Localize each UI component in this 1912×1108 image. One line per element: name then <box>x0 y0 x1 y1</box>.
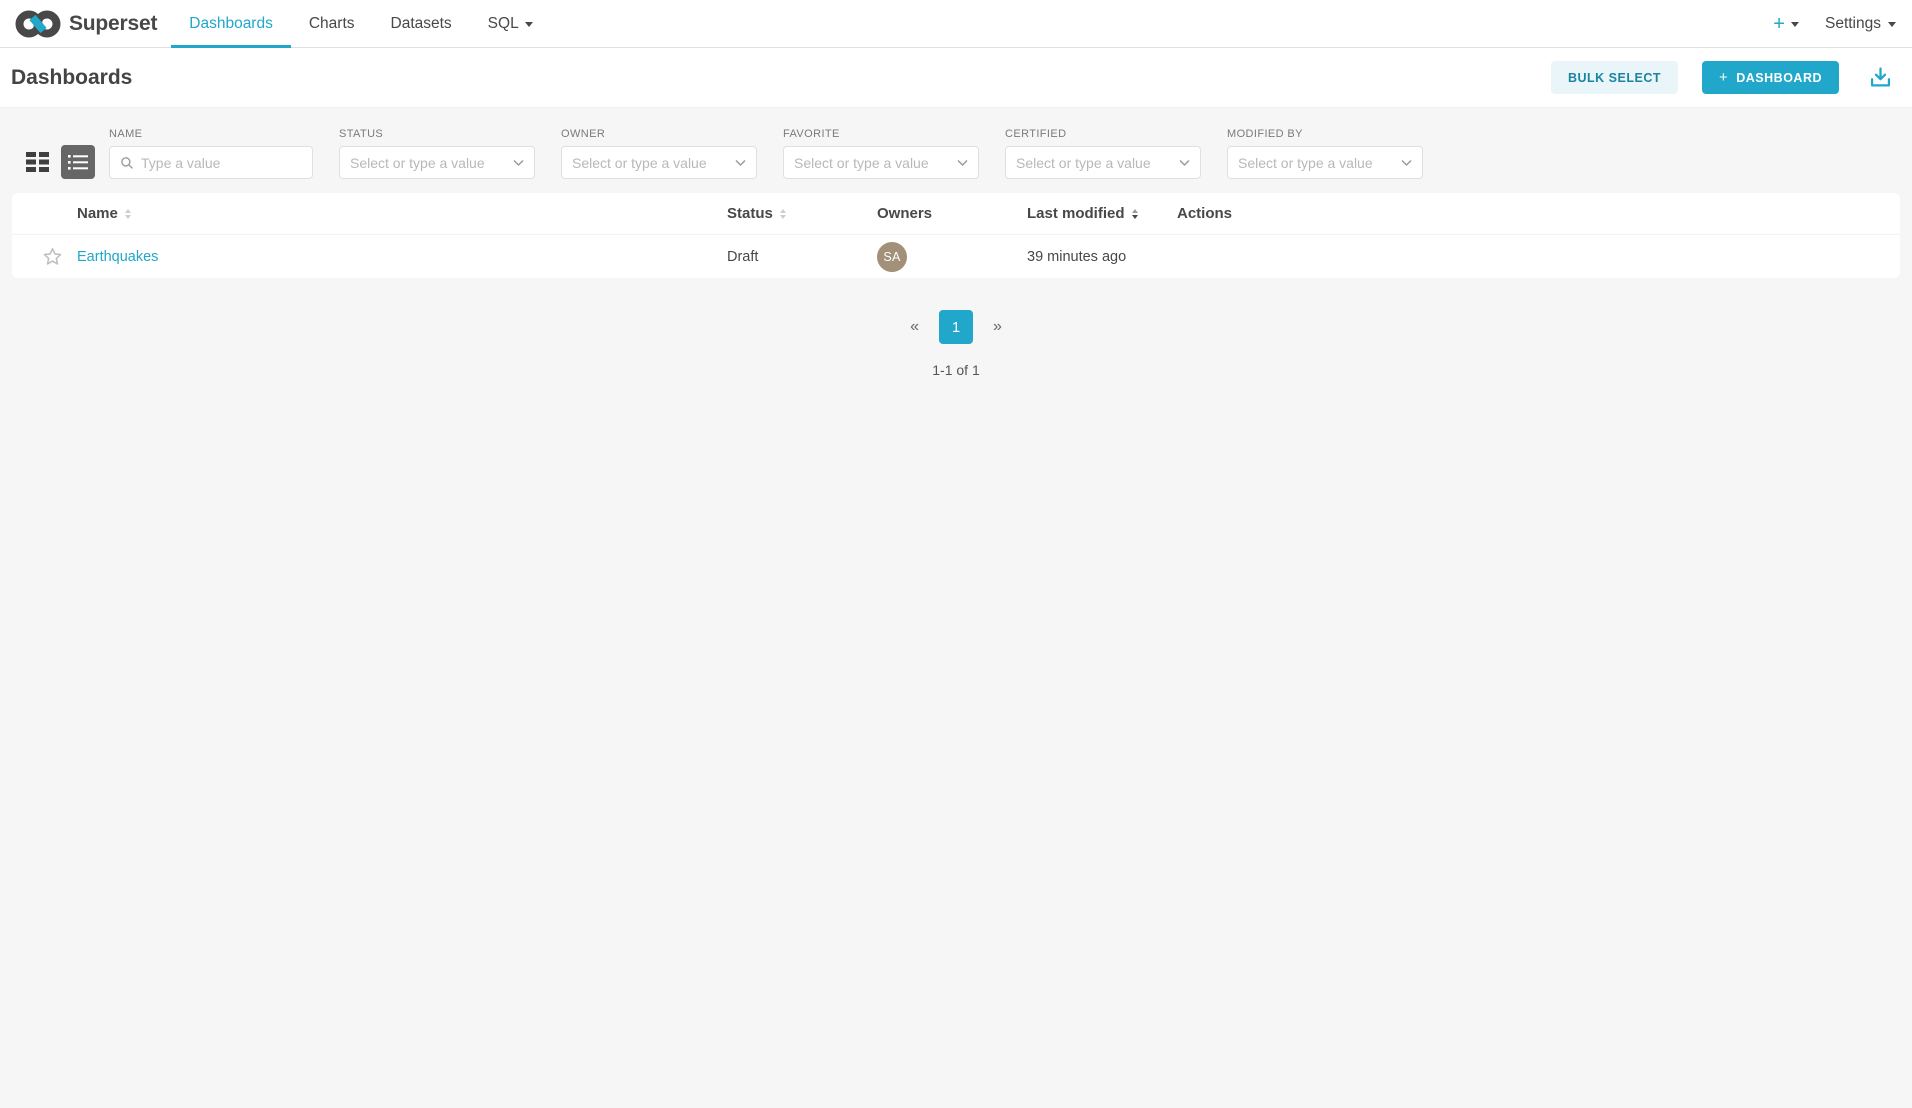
dashboards-table: Name Status Owners Last modified Actions <box>12 193 1900 278</box>
select-placeholder: Select or type a value <box>794 155 951 171</box>
page-1-button[interactable]: 1 <box>939 310 973 344</box>
list-icon <box>67 151 89 173</box>
prev-page-button[interactable]: « <box>910 318 919 336</box>
settings-menu[interactable]: Settings <box>1825 15 1896 33</box>
nav-item-datasets[interactable]: Datasets <box>373 0 470 47</box>
pagination-section: « 1 » 1-1 of 1 <box>0 310 1912 378</box>
status-cell: Draft <box>727 249 877 265</box>
dashboard-name-cell: Earthquakes <box>77 249 727 265</box>
nav-item-label: Datasets <box>391 15 452 33</box>
chevron-down-icon <box>513 159 524 167</box>
nav-item-label: Dashboards <box>189 15 273 33</box>
column-header-status[interactable]: Status <box>727 205 877 222</box>
column-header-owners: Owners <box>877 205 1027 222</box>
modified-by-filter-select[interactable]: Select or type a value <box>1227 146 1423 179</box>
table-header-row: Name Status Owners Last modified Actions <box>12 193 1900 235</box>
filter-name: NAME <box>109 128 313 179</box>
select-placeholder: Select or type a value <box>572 155 729 171</box>
list-view-toggle[interactable] <box>61 145 95 179</box>
filter-label: STATUS <box>339 128 535 140</box>
filter-label: OWNER <box>561 128 757 140</box>
settings-label: Settings <box>1825 15 1881 33</box>
owners-cell: SA <box>877 242 1027 272</box>
column-header-actions: Actions <box>1177 205 1900 222</box>
column-header-last-modified[interactable]: Last modified <box>1027 205 1177 222</box>
chevron-down-icon <box>525 22 533 27</box>
filter-status: STATUS Select or type a value <box>339 128 535 179</box>
add-dashboard-label: DASHBOARD <box>1736 71 1822 85</box>
nav-item-dashboards[interactable]: Dashboards <box>171 0 291 47</box>
header-actions: BULK SELECT + DASHBOARD <box>1551 61 1894 94</box>
top-navbar: Superset Dashboards Charts Datasets SQL … <box>0 0 1912 48</box>
nav-item-sql[interactable]: SQL <box>470 0 551 47</box>
add-dashboard-button[interactable]: + DASHBOARD <box>1702 61 1839 94</box>
select-placeholder: Select or type a value <box>1238 155 1395 171</box>
main-nav: Dashboards Charts Datasets SQL <box>171 0 550 47</box>
filter-bar: NAME STATUS Select or type a value OWNER… <box>0 108 1912 179</box>
chevron-down-icon <box>957 159 968 167</box>
search-icon <box>120 156 134 170</box>
superset-infinity-icon <box>15 9 61 39</box>
status-filter-select[interactable]: Select or type a value <box>339 146 535 179</box>
page-header: Dashboards BULK SELECT + DASHBOARD <box>0 48 1912 108</box>
certified-filter-select[interactable]: Select or type a value <box>1005 146 1201 179</box>
superset-logo[interactable]: Superset <box>15 0 157 47</box>
filter-certified: CERTIFIED Select or type a value <box>1005 128 1201 179</box>
filter-modified-by: MODIFIED BY Select or type a value <box>1227 128 1423 179</box>
download-icon <box>1867 64 1894 91</box>
import-dashboard-button[interactable] <box>1867 64 1894 91</box>
column-label: Actions <box>1177 205 1232 222</box>
table-row: Earthquakes Draft SA 39 minutes ago <box>12 235 1900 278</box>
plus-icon: + <box>1773 14 1785 34</box>
favorite-star-icon[interactable] <box>42 246 63 267</box>
nav-item-label: Charts <box>309 15 355 33</box>
name-filter-field[interactable] <box>141 155 302 171</box>
column-label: Owners <box>877 205 932 222</box>
card-view-toggle[interactable] <box>20 145 54 179</box>
sort-icon <box>125 209 131 219</box>
select-placeholder: Select or type a value <box>350 155 507 171</box>
owner-avatar[interactable]: SA <box>877 242 907 272</box>
chevron-down-icon <box>1888 22 1896 27</box>
column-label: Name <box>77 205 118 222</box>
nav-item-charts[interactable]: Charts <box>291 0 373 47</box>
filter-label: MODIFIED BY <box>1227 128 1423 140</box>
filter-label: CERTIFIED <box>1005 128 1201 140</box>
chevron-down-icon <box>1179 159 1190 167</box>
next-page-button[interactable]: » <box>993 318 1002 336</box>
column-label: Status <box>727 205 773 222</box>
sort-icon-active-desc <box>1132 209 1138 219</box>
column-header-name[interactable]: Name <box>77 205 727 222</box>
select-placeholder: Select or type a value <box>1016 155 1173 171</box>
chevron-down-icon <box>1791 22 1799 27</box>
grid-icon <box>25 150 50 174</box>
last-modified-cell: 39 minutes ago <box>1027 249 1177 265</box>
chevron-down-icon <box>1401 159 1412 167</box>
brand-name: Superset <box>69 12 157 36</box>
column-label: Last modified <box>1027 205 1125 222</box>
name-filter-input[interactable] <box>109 146 313 179</box>
filter-label: FAVORITE <box>783 128 979 140</box>
owner-filter-select[interactable]: Select or type a value <box>561 146 757 179</box>
bulk-select-button[interactable]: BULK SELECT <box>1551 61 1678 94</box>
sort-icon <box>780 209 786 219</box>
page-title: Dashboards <box>11 66 132 90</box>
chevron-down-icon <box>735 159 746 167</box>
plus-icon: + <box>1719 69 1728 86</box>
pagination: « 1 » <box>910 310 1002 344</box>
view-toggles <box>20 145 95 179</box>
pagination-summary: 1-1 of 1 <box>932 362 979 378</box>
favorite-filter-select[interactable]: Select or type a value <box>783 146 979 179</box>
new-item-button[interactable]: + <box>1773 14 1799 34</box>
nav-item-label: SQL <box>488 15 519 33</box>
filter-favorite: FAVORITE Select or type a value <box>783 128 979 179</box>
navbar-right: + Settings <box>1773 0 1896 47</box>
filter-owner: OWNER Select or type a value <box>561 128 757 179</box>
filter-label: NAME <box>109 128 313 140</box>
favorite-cell <box>12 246 77 267</box>
dashboard-link[interactable]: Earthquakes <box>77 249 158 265</box>
